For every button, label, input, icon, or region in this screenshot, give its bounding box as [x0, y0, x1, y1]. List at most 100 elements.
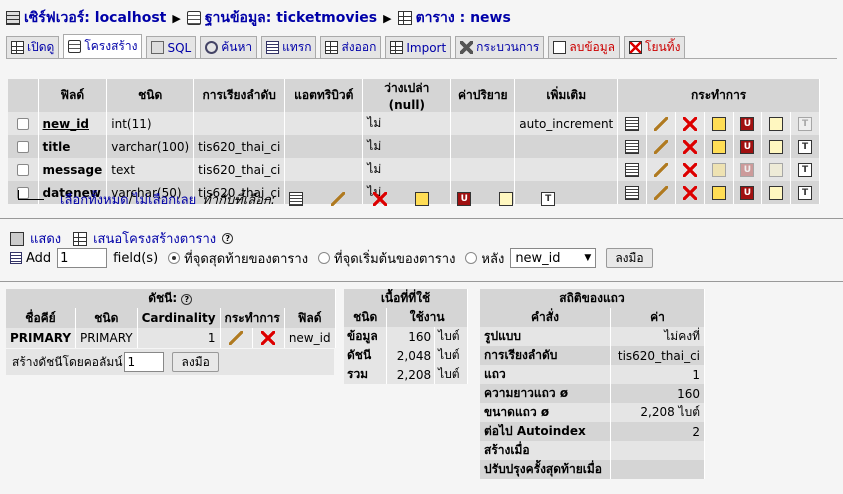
edit-icon[interactable]: [229, 331, 244, 346]
tab-empty[interactable]: ลบข้อมูล: [548, 36, 620, 58]
tab-search[interactable]: ค้นหา: [200, 36, 258, 58]
index-icon[interactable]: [769, 116, 784, 131]
table-row: ปรับปรุงครั้งสุดท้ายเมื่อ: [480, 460, 706, 479]
unique-icon[interactable]: U: [740, 139, 755, 154]
fulltext-icon[interactable]: T: [798, 139, 813, 154]
edit-icon[interactable]: [653, 116, 668, 131]
browse-distinct-icon[interactable]: [625, 185, 640, 200]
action-browse-cell: [617, 181, 648, 204]
radio-after[interactable]: [465, 252, 478, 264]
help-icon[interactable]: ?: [222, 233, 234, 244]
index-icon[interactable]: [769, 139, 784, 154]
fulltext-icon[interactable]: T: [798, 185, 813, 200]
field-count-input[interactable]: [57, 248, 108, 268]
check-all-link[interactable]: เลือกทั้งหมด: [60, 189, 129, 210]
database-link[interactable]: ฐานข้อมูล: ticketmovies: [205, 7, 377, 29]
stat-label: รูปแบบ: [480, 327, 611, 346]
edit-icon[interactable]: [653, 139, 668, 154]
bulk-fulltext-icon[interactable]: T: [541, 192, 556, 206]
tab-label: แทรก: [282, 40, 312, 54]
table-row: การเรียงลำดับ tis620_thai_ci: [480, 346, 706, 365]
breadcrumb-database[interactable]: ฐานข้อมูล: ticketmovies: [186, 7, 377, 29]
tab-drop[interactable]: โยนทิ้ง: [624, 36, 686, 58]
browse-distinct-icon[interactable]: [625, 116, 640, 131]
print-view-link[interactable]: แสดง: [30, 228, 61, 249]
breadcrumb-server[interactable]: เซิร์ฟเวอร์: localhost: [6, 7, 166, 29]
primary-key-icon[interactable]: [711, 116, 726, 131]
field-extra: [514, 135, 619, 158]
primary-key-icon[interactable]: [711, 185, 726, 200]
primary-key-icon[interactable]: [711, 139, 726, 154]
bulk-edit-icon[interactable]: [331, 192, 346, 206]
index-icon[interactable]: [769, 162, 784, 177]
unique-icon[interactable]: U: [740, 116, 755, 131]
propose-structure-link[interactable]: เสนอโครงสร้างตาราง: [93, 228, 216, 249]
field-attributes: [284, 135, 364, 158]
stat-value: ไม่คงที่: [610, 327, 706, 346]
table-row: สร้างเมื่อ: [480, 441, 706, 460]
bulk-browse-icon[interactable]: [289, 192, 304, 206]
bulk-unique-icon[interactable]: U: [457, 192, 472, 206]
server-icon: [6, 11, 20, 25]
action-drop-cell: [675, 181, 705, 204]
row-checkbox-cell: [8, 158, 39, 181]
drop-icon[interactable]: [261, 331, 276, 346]
help-icon[interactable]: ?: [181, 294, 193, 305]
drop-icon[interactable]: [682, 162, 697, 177]
header-value: ค่า: [610, 308, 706, 327]
tab-export[interactable]: ส่งออก: [320, 36, 382, 58]
browse-distinct-icon[interactable]: [625, 162, 640, 177]
table-row: PRIMARY PRIMARY 1 new_id: [6, 328, 336, 348]
edit-icon[interactable]: [653, 185, 668, 200]
drop-icon[interactable]: [682, 116, 697, 131]
export-icon: [325, 41, 339, 54]
tab-import[interactable]: Import: [385, 36, 452, 58]
server-link[interactable]: เซิร์ฟเวอร์: localhost: [24, 7, 166, 29]
bulk-primary-icon[interactable]: [415, 192, 430, 206]
add-field-go-button[interactable]: ลงมือ: [606, 248, 653, 268]
radio-at-end[interactable]: [168, 252, 181, 264]
table-link[interactable]: ตาราง : news: [416, 7, 511, 29]
space-unit: ไบต์: [434, 327, 468, 346]
radio-at-beginning[interactable]: [318, 252, 331, 264]
breadcrumb-separator-icon: ▶: [172, 11, 181, 25]
browse-distinct-icon[interactable]: [625, 139, 640, 154]
table-icon: [397, 11, 412, 25]
breadcrumb-table[interactable]: ตาราง : news: [397, 7, 511, 29]
tab-structure[interactable]: โครงสร้าง: [63, 34, 143, 58]
bulk-index-icon[interactable]: [499, 192, 514, 206]
unique-icon[interactable]: U: [740, 185, 755, 200]
tab-sql[interactable]: SQL: [146, 36, 197, 58]
structure-header-row: ฟิลด์ ชนิด การเรียงลำดับ แอตทริบิวต์ ว่า…: [8, 79, 820, 112]
row-checkbox[interactable]: [16, 164, 29, 176]
primary-key-icon[interactable]: [711, 162, 726, 177]
drop-icon[interactable]: [682, 139, 697, 154]
field-name: message: [38, 158, 108, 181]
unique-icon[interactable]: U: [740, 162, 755, 177]
space-unit: ไบต์: [434, 346, 468, 365]
index-type: PRIMARY: [75, 328, 138, 348]
fulltext-icon[interactable]: T: [798, 116, 813, 131]
create-index-count-input[interactable]: [124, 352, 165, 372]
index-edit-cell: [220, 328, 253, 348]
tab-insert[interactable]: แทรก: [261, 36, 317, 58]
row-checkbox[interactable]: [16, 118, 29, 130]
fulltext-icon[interactable]: T: [798, 162, 813, 177]
after-field-select[interactable]: new_id ▼: [510, 248, 597, 268]
create-index-go-button[interactable]: ลงมือ: [172, 352, 219, 372]
tab-operations[interactable]: กระบวนการ: [455, 36, 545, 58]
stat-value: 2,208 ไบต์: [610, 403, 706, 422]
field-default: [450, 158, 516, 181]
uncheck-all-link[interactable]: ไม่เลือกเลย: [133, 189, 196, 210]
edit-icon[interactable]: [653, 162, 668, 177]
bulk-drop-icon[interactable]: [373, 192, 388, 206]
stat-label: ความยาวแถว ø: [480, 384, 611, 403]
tab-browse[interactable]: เปิดดู: [6, 36, 60, 58]
index-icon[interactable]: [769, 185, 784, 200]
import-icon: [390, 41, 404, 54]
row-checkbox[interactable]: [16, 141, 29, 153]
space-title-row: เนื้อที่ที่ใช้: [344, 289, 468, 308]
table-row: ความยาวแถว ø 160: [480, 384, 706, 403]
drop-icon[interactable]: [682, 185, 697, 200]
table-row: รูปแบบ ไม่คงที่: [480, 327, 706, 346]
